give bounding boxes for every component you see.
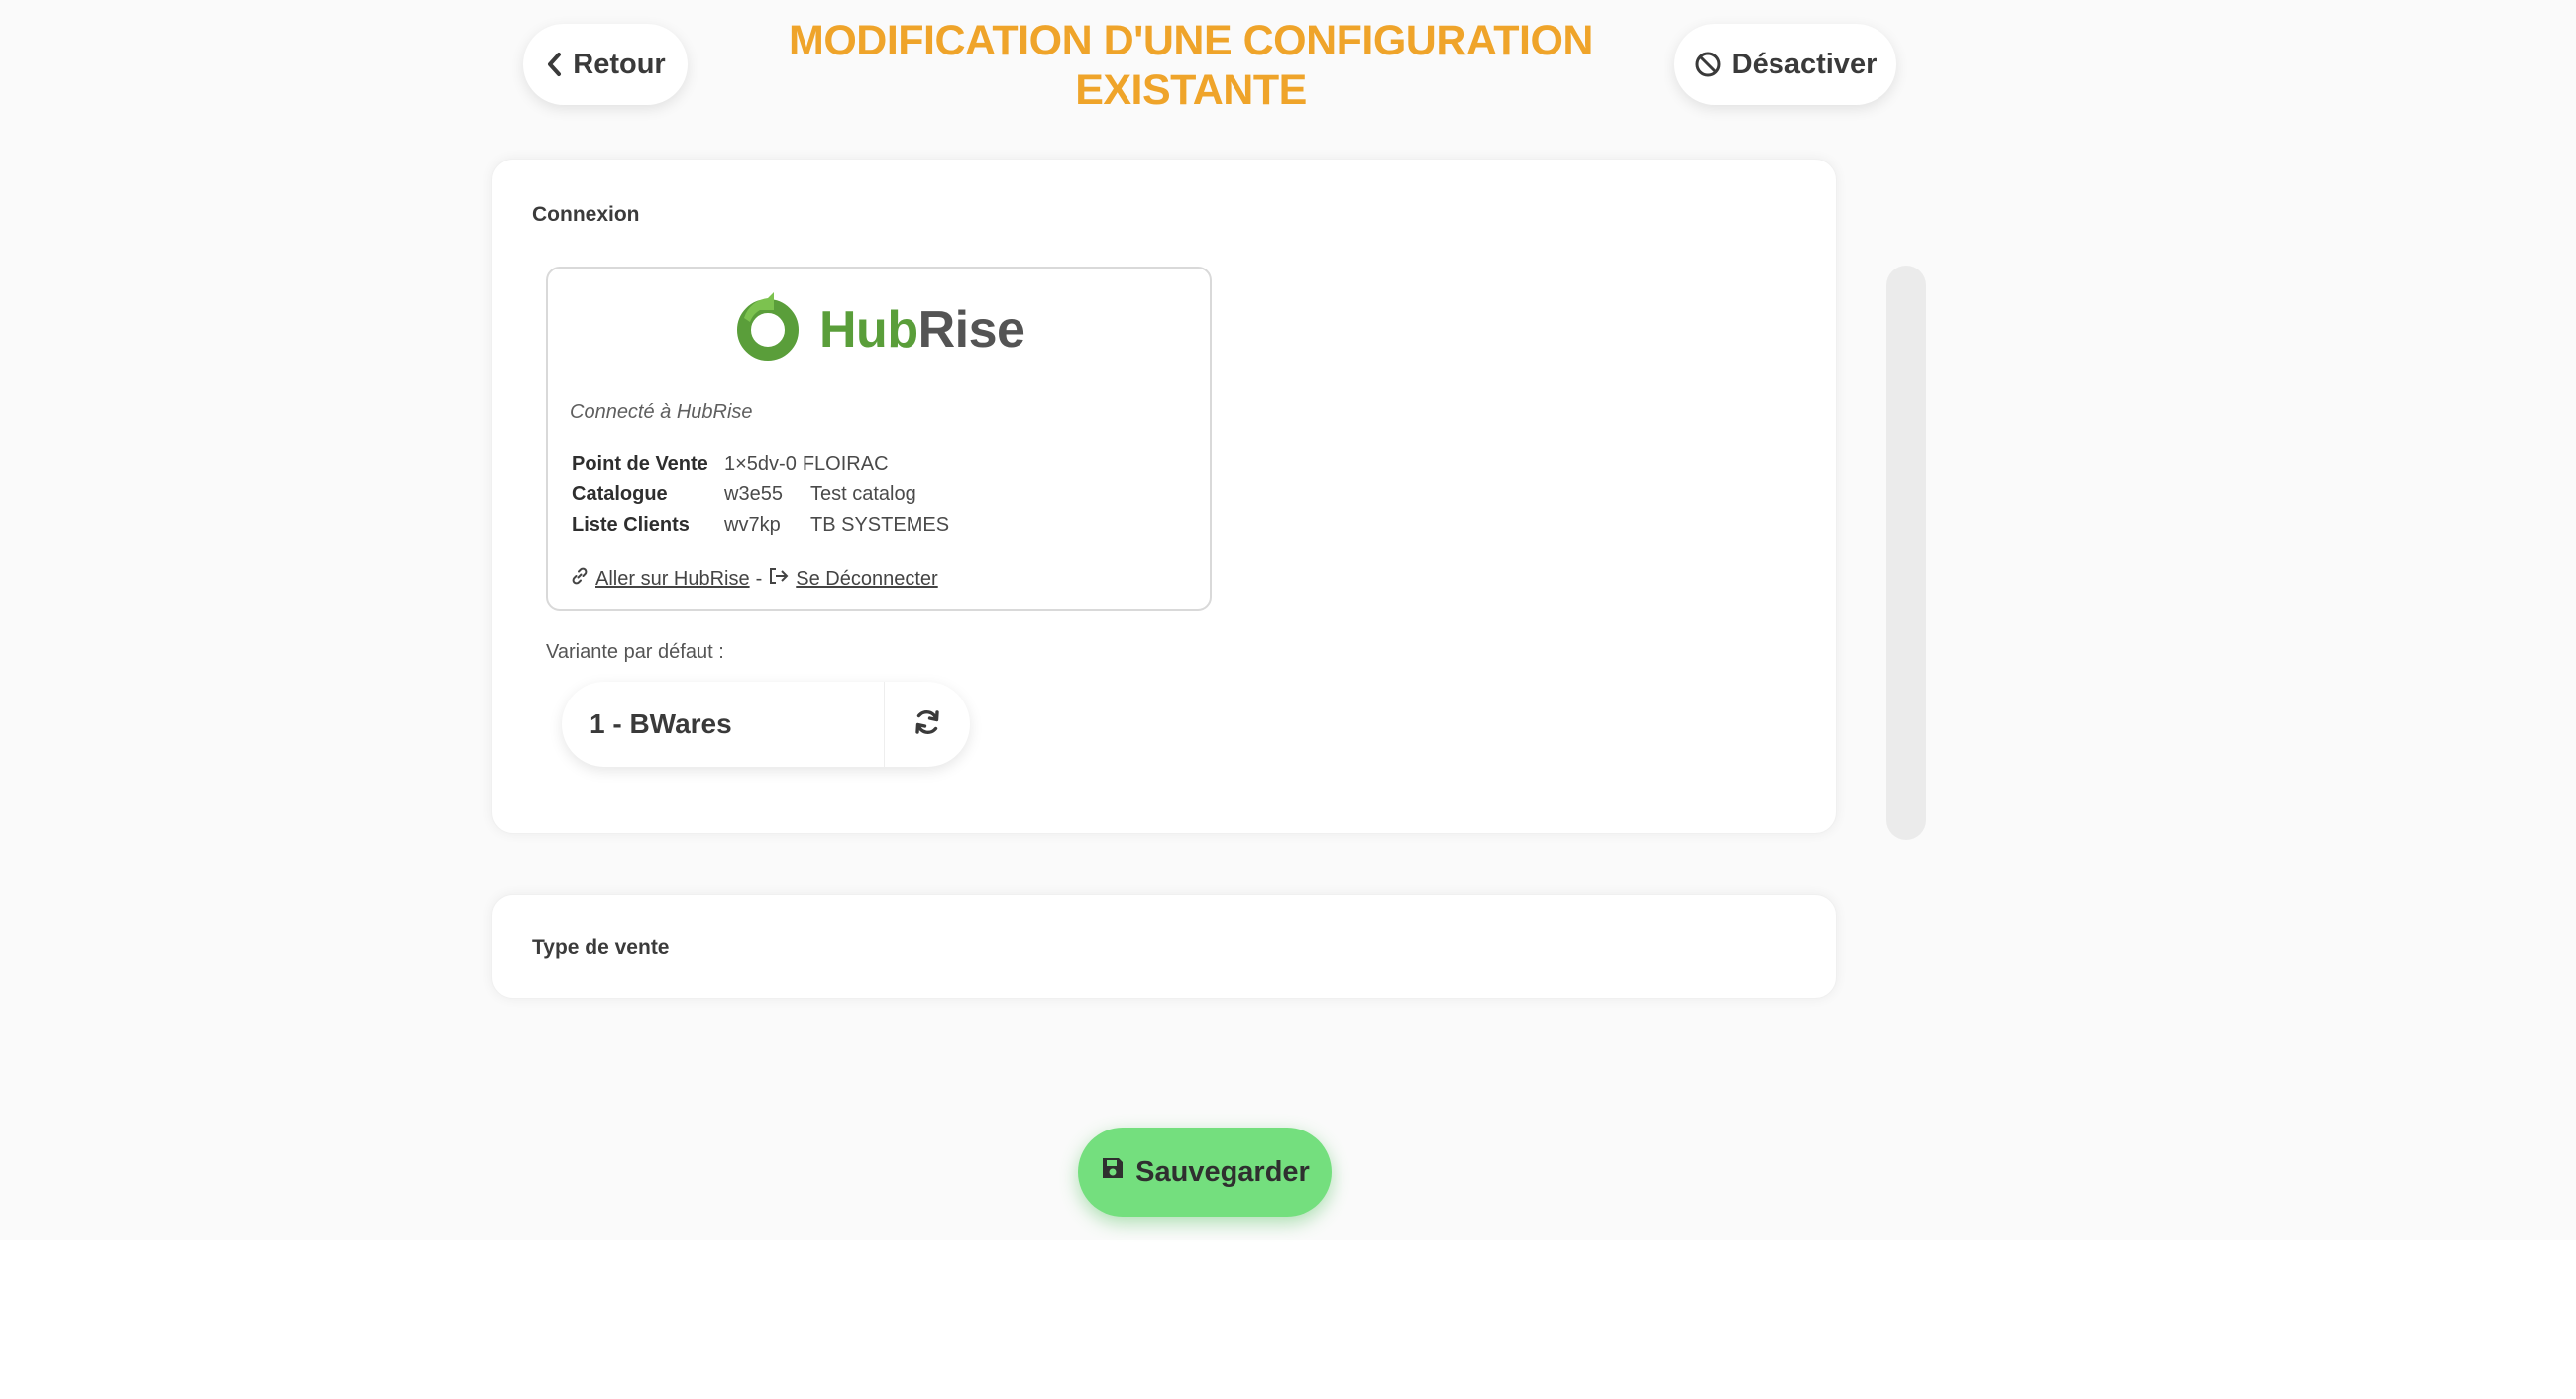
info-name: TB SYSTEMES — [810, 514, 950, 536]
disconnect-label: Se Déconnecter — [796, 567, 938, 590]
info-label: Catalogue — [572, 484, 668, 505]
hubrise-links: Aller sur HubRise - Se Déconnecter — [570, 566, 938, 592]
app-root: Retour MODIFICATION D'UNE CONFIGURATION … — [0, 0, 2576, 1240]
save-button[interactable]: Sauvegarder — [1078, 1128, 1332, 1217]
disconnect-link[interactable]: Se Déconnecter — [768, 566, 938, 592]
info-id: w3e55 — [724, 484, 783, 505]
connexion-panel: Connexion HubRise Connecté à HubRise Poi… — [491, 159, 1837, 834]
info-label: Point de Vente — [572, 453, 708, 475]
back-button[interactable]: Retour — [523, 24, 688, 105]
refresh-icon — [912, 707, 942, 742]
variant-label: Variante par défaut : — [546, 641, 724, 663]
chevron-left-icon — [545, 52, 563, 77]
link-icon — [570, 566, 590, 592]
hubrise-logo: HubRise — [730, 288, 1025, 371]
connexion-section-title: Connexion — [532, 203, 640, 226]
info-row-liste-clients: Liste Clients wv7kp TB SYSTEMES — [572, 510, 949, 541]
info-id: wv7kp — [724, 514, 781, 536]
info-label: Liste Clients — [572, 514, 690, 536]
refresh-button[interactable] — [885, 682, 970, 767]
info-row-point-de-vente: Point de Vente 1×5dv-0 FLOIRAC — [572, 449, 949, 480]
info-row-catalogue: Catalogue w3e55 Test catalog — [572, 480, 949, 510]
deactivate-button-label: Désactiver — [1731, 48, 1878, 80]
ban-icon — [1694, 51, 1722, 78]
sign-out-icon — [768, 566, 790, 592]
scrollbar[interactable] — [1886, 266, 1926, 840]
info-id: 1×5dv-0 — [724, 453, 797, 475]
floppy-disk-icon — [1100, 1155, 1126, 1189]
info-name: FLOIRAC — [802, 453, 889, 475]
variant-value[interactable]: 1 - BWares — [562, 708, 884, 740]
type-vente-section-title: Type de vente — [532, 936, 670, 959]
page-title: MODIFICATION D'UNE CONFIGURATION EXISTAN… — [789, 17, 1593, 114]
info-name: Test catalog — [810, 484, 916, 505]
type-vente-panel[interactable]: Type de vente — [491, 894, 1837, 999]
deactivate-button[interactable]: Désactiver — [1674, 24, 1896, 105]
goto-hubrise-link[interactable]: Aller sur HubRise — [570, 566, 750, 592]
hubrise-logo-icon — [730, 288, 805, 371]
save-button-label: Sauvegarder — [1135, 1155, 1310, 1188]
hubrise-connection-card: HubRise Connecté à HubRise Point de Vent… — [546, 267, 1212, 611]
variant-select: 1 - BWares — [562, 682, 970, 767]
back-button-label: Retour — [573, 48, 666, 80]
hubrise-logo-text-rise: Rise — [917, 300, 1025, 359]
goto-hubrise-label: Aller sur HubRise — [595, 567, 750, 590]
hubrise-logo-text: HubRise — [819, 300, 1025, 359]
links-separator: - — [755, 567, 763, 590]
connection-info-table: Point de Vente 1×5dv-0 FLOIRAC Catalogue… — [572, 449, 949, 541]
connection-status: Connecté à HubRise — [570, 401, 753, 423]
hubrise-logo-text-hub: Hub — [819, 300, 918, 359]
